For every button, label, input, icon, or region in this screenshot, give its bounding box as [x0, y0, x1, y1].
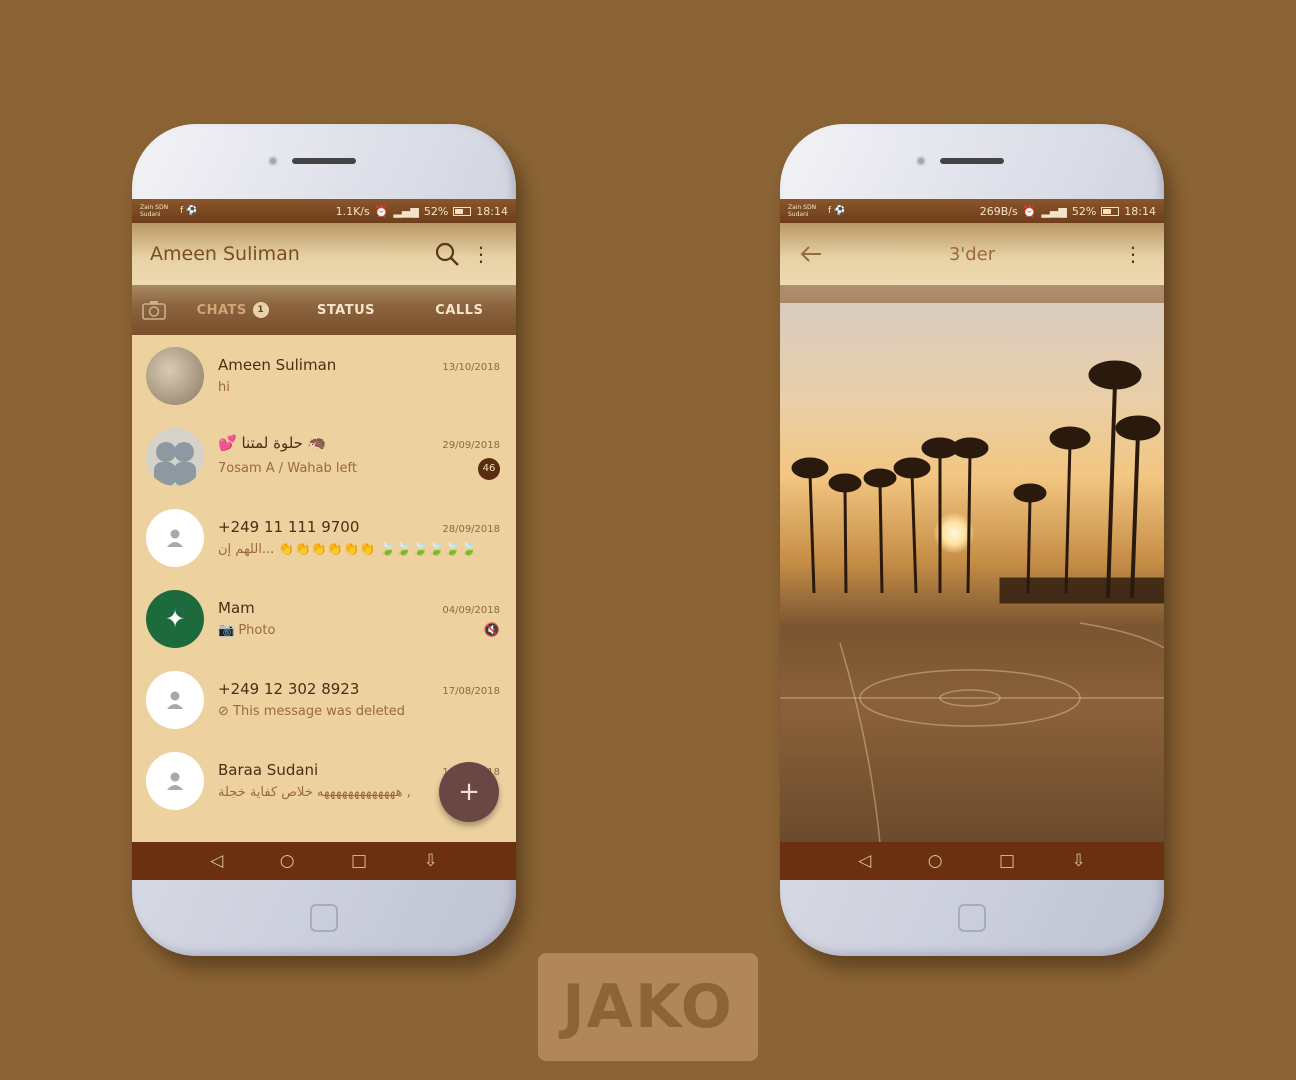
avatar: [146, 346, 204, 405]
conversation-title[interactable]: 3'der: [828, 244, 1116, 265]
front-camera: [268, 156, 278, 166]
hardware-home-button[interactable]: [310, 904, 338, 932]
avatar: [146, 427, 204, 486]
tab-chats-label: CHATS: [196, 302, 247, 318]
chat-wallpaper: [780, 303, 1164, 843]
tab-chats-badge: 1: [252, 302, 269, 318]
chat-date: 29/09/2018: [442, 439, 500, 451]
chat-row[interactable]: Ameen Suliman 13/10/2018 hi: [132, 335, 516, 416]
battery-percent: 52%: [1071, 204, 1097, 218]
chat-row[interactable]: 💕 حلوة لمتنا 🦔 29/09/2018 7osam A / Waha…: [132, 416, 516, 497]
tab-calls-label: CALLS: [435, 302, 484, 318]
chat-preview: هههههههههههههه خلاص كفاية خجلة ,: [218, 785, 411, 800]
tab-calls[interactable]: CALLS: [403, 303, 516, 318]
chat-preview: hi: [218, 380, 230, 395]
earpiece-speaker: [292, 158, 356, 164]
recents-nav-icon[interactable]: □: [351, 851, 367, 871]
alarm-icon: ⏰: [374, 204, 389, 218]
chat-name: Baraa Sudani: [218, 761, 319, 779]
back-nav-icon[interactable]: ◁: [858, 851, 871, 871]
chat-row[interactable]: +249 11 111 9700 28/09/2018 اللهم إن... …: [132, 497, 516, 578]
chat-preview: ⊘ This message was deleted: [218, 704, 405, 719]
network-speed: 269B/s: [979, 204, 1018, 218]
chat-name: 💕 حلوة لمتنا 🦔: [218, 433, 327, 452]
jako-watermark: JAKO: [538, 953, 758, 1061]
chat-preview: 📷 Photo: [218, 623, 276, 638]
conversation-screen: Zain SDN Sudani f ⚽ 269B/s ⏰ ▂▄▆ 52% 18:…: [780, 199, 1164, 880]
home-nav-icon[interactable]: ○: [280, 851, 295, 871]
appbar-divider: [780, 285, 1164, 303]
carrier-label: Zain SDN Sudani: [788, 204, 817, 218]
default-avatar-icon: [146, 751, 204, 810]
chat-row[interactable]: +249 12 302 8923 17/08/2018 ⊘ This messa…: [132, 659, 516, 740]
notification-icons: f ⚽: [828, 206, 846, 216]
tab-status[interactable]: STATUS: [289, 303, 402, 318]
network-speed: 1.1K/s: [335, 204, 370, 218]
left-phone: Zain SDN Sudani f ⚽ 1.1K/s ⏰ ▂▄▆ 52% 18:…: [132, 124, 516, 956]
new-chat-fab[interactable]: +: [439, 762, 499, 822]
chat-name: Mam: [218, 599, 255, 617]
app-title: Ameen Suliman: [150, 243, 300, 265]
chat-name: +249 11 111 9700: [218, 518, 360, 536]
status-bar: Zain SDN Sudani f ⚽ 269B/s ⏰ ▂▄▆ 52% 18:…: [780, 199, 1164, 223]
back-arrow-icon[interactable]: [794, 237, 828, 271]
battery-percent: 52%: [423, 204, 449, 218]
chat-row[interactable]: ✦ Mam 04/09/2018 📷 Photo 🔇: [132, 578, 516, 659]
notification-pull-icon[interactable]: ⇩: [1072, 851, 1086, 871]
chat-name: Ameen Suliman: [218, 356, 337, 374]
status-bar: Zain SDN Sudani f ⚽ 1.1K/s ⏰ ▂▄▆ 52% 18:…: [132, 199, 516, 223]
back-nav-icon[interactable]: ◁: [210, 851, 223, 871]
right-phone: Zain SDN Sudani f ⚽ 269B/s ⏰ ▂▄▆ 52% 18:…: [780, 124, 1164, 956]
camera-icon[interactable]: [132, 300, 176, 320]
more-options-icon[interactable]: ⋮: [464, 237, 498, 271]
tab-chats[interactable]: CHATS 1: [176, 302, 289, 318]
tab-status-label: STATUS: [316, 302, 376, 318]
home-nav-icon[interactable]: ○: [928, 851, 943, 871]
hardware-home-button[interactable]: [958, 904, 986, 932]
avatar: ✦: [146, 589, 204, 648]
search-icon[interactable]: [430, 237, 464, 271]
signal-icon: ▂▄▆: [1041, 204, 1067, 218]
chat-preview: اللهم إن... 👏👏👏👏👏👏 🍃🍃🍃🍃🍃🍃: [218, 542, 477, 557]
clock: 18:14: [1124, 204, 1156, 218]
front-camera: [916, 156, 926, 166]
app-bar: Ameen Suliman ⋮: [132, 223, 516, 285]
clock: 18:14: [476, 204, 508, 218]
carrier-label: Zain SDN Sudani: [140, 204, 169, 218]
default-avatar-icon: [146, 670, 204, 729]
chat-date: 13/10/2018: [442, 362, 500, 373]
chat-preview: 7osam A / Wahab left: [218, 461, 357, 476]
chat-date: 17/08/2018: [442, 686, 500, 697]
battery-icon: [453, 206, 472, 216]
battery-icon: [1101, 206, 1120, 216]
system-nav-bar: ◁ ○ □ ⇩: [780, 842, 1164, 880]
earpiece-speaker: [940, 158, 1004, 164]
chat-date: 28/09/2018: [442, 524, 500, 535]
more-options-icon[interactable]: ⋮: [1116, 237, 1150, 271]
alarm-icon: ⏰: [1022, 204, 1037, 218]
signal-icon: ▂▄▆: [393, 204, 419, 218]
recents-nav-icon[interactable]: □: [999, 851, 1015, 871]
default-avatar-icon: [146, 508, 204, 567]
chat-name: +249 12 302 8923: [218, 680, 360, 698]
system-nav-bar: ◁ ○ □ ⇩: [132, 842, 516, 880]
muted-icon: 🔇: [483, 623, 500, 638]
notification-icons: f ⚽: [180, 206, 198, 216]
chat-date: 04/09/2018: [442, 605, 500, 616]
conversation-app-bar: 3'der ⋮: [780, 223, 1164, 285]
tab-bar: CHATS 1 STATUS CALLS: [132, 285, 516, 335]
notification-pull-icon[interactable]: ⇩: [424, 851, 438, 871]
unread-count-badge: 46: [478, 457, 500, 480]
